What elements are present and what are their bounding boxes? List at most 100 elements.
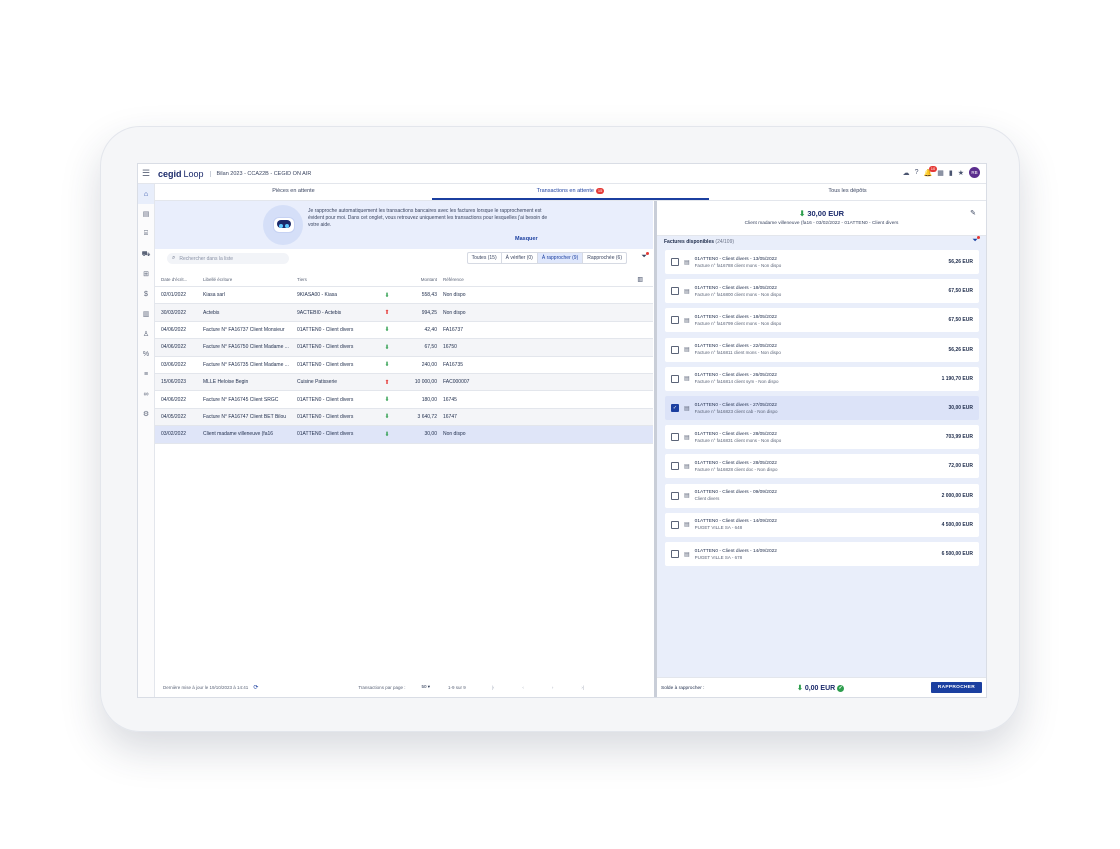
- last-page-icon[interactable]: ›|: [581, 685, 584, 690]
- invoice-text: 01ATTEN0 - Client divers - 26/05/2022 Fac…: [695, 373, 942, 384]
- cell-montant: 67,50: [424, 344, 437, 351]
- invoice-amount: 67,50 EUR: [948, 317, 973, 324]
- invoice-checkbox[interactable]: [671, 462, 679, 471]
- user-icon[interactable]: ♙: [138, 324, 154, 344]
- transaction-amount: ⬇ 30,00 EUR: [657, 209, 986, 218]
- book-icon[interactable]: ▮: [949, 169, 953, 177]
- table-footer: Dernière mise à jour le 19/10/2023 à 14:…: [155, 677, 653, 697]
- truck-icon[interactable]: ⛟: [138, 244, 154, 264]
- filter-toutes[interactable]: Toutes (15): [468, 253, 502, 263]
- brand-logo[interactable]: cegid Loop: [158, 169, 204, 179]
- tab-tous-les-depots[interactable]: Tous les dépôts: [709, 184, 986, 200]
- document-icon: ▤: [684, 522, 690, 529]
- home-icon[interactable]: ⌂: [138, 184, 154, 204]
- invoice-checkbox[interactable]: [671, 287, 679, 296]
- invoice-checkbox[interactable]: [671, 520, 679, 529]
- col-tiers[interactable]: Tiers: [291, 277, 377, 282]
- balance-value: 0,00 EUR: [804, 685, 836, 692]
- hide-banner-button[interactable]: Masquer: [515, 236, 538, 242]
- table-row[interactable]: 30/03/2022 Actebis 9ACTEBI0 - Actebis ⬆ 994,…: [155, 304, 653, 322]
- invoice-title: 01ATTEN0 - Client divers - 28/05/2022: [694, 460, 777, 466]
- apps-grid-icon[interactable]: ▦: [937, 169, 944, 177]
- first-page-icon[interactable]: |‹: [492, 685, 495, 690]
- refresh-icon[interactable]: ⟳: [253, 684, 258, 691]
- menu-icon[interactable]: ☰: [138, 168, 154, 179]
- invoice-card[interactable]: ▤ 01ATTEN0 - Client divers - 22/05/2022 Fa…: [665, 337, 979, 362]
- invoice-checkbox[interactable]: [671, 491, 679, 500]
- cloud-icon[interactable]: ☁: [903, 169, 910, 177]
- invoice-text: 01ATTEN0 - Client divers - 14/09/2022 PUG…: [695, 549, 942, 560]
- next-page-icon[interactable]: ›: [552, 685, 554, 690]
- help-icon[interactable]: ?: [915, 169, 919, 176]
- invoice-checkbox[interactable]: [671, 345, 679, 354]
- invoice-card[interactable]: ▤ 01ATTEN0 - Client divers - 14/09/2022 PU…: [665, 542, 979, 566]
- search-input[interactable]: ⌕ Rechercher dans la liste: [167, 253, 289, 264]
- invoices-filter-icon[interactable]: ⏷: [972, 236, 980, 245]
- table-row[interactable]: 02/01/2022 Kiasa sarl 9KIASA00 - Kiasa ⬇ 558…: [155, 287, 653, 305]
- balance-amount: ⬇ 0,00 EUR ✓: [797, 684, 845, 692]
- transaction-subtitle: Client madame villeneuve (fa16 - 03/02/2…: [744, 221, 899, 226]
- col-reference[interactable]: Référence: [437, 277, 503, 282]
- bell-icon[interactable]: 🔔 10: [924, 165, 938, 177]
- cell-tiers: 01ATTEN0 - Client divers: [297, 431, 354, 438]
- table-row[interactable]: 03/06/2022 Facture N° FA16735 Client Mada…: [155, 357, 653, 374]
- invoice-checkbox[interactable]: [671, 433, 679, 442]
- table-row[interactable]: 15/06/2023 MLLE Heloise Begin Cuisine Pati…: [155, 373, 653, 392]
- invoice-card[interactable]: ▤ 01ATTEN0 - Client divers - 18/05/2022 Fa…: [665, 308, 979, 333]
- tab-pieces-en-attente[interactable]: Pièces en attente: [155, 184, 432, 200]
- col-date[interactable]: Date d'écrit...: [155, 277, 197, 282]
- edit-icon[interactable]: ✎: [970, 209, 976, 217]
- cell-date: 15/06/2023: [161, 379, 187, 386]
- invoice-card[interactable]: ▤ 01ATTEN0 - Client divers - 28/05/2022 Fa…: [665, 425, 979, 450]
- per-page-select[interactable]: 50 ▾: [421, 684, 430, 690]
- building-icon[interactable]: ▥: [138, 304, 154, 324]
- filter-rapprochee[interactable]: Rapprochée (6): [583, 253, 626, 263]
- invoice-desc: PUGET VILLE SA - 648: [694, 525, 743, 531]
- filter-a-rapprocher[interactable]: À rapprocher (9): [537, 253, 584, 263]
- table-icon[interactable]: ⊞: [138, 264, 154, 284]
- invoice-card[interactable]: ▤ 01ATTEN0 - Client divers - 09/09/2022 Cl…: [665, 483, 979, 508]
- table-row[interactable]: 04/05/2022 Facture N° FA16747 Client BET …: [155, 408, 653, 427]
- bank-icon[interactable]: ⌸: [138, 224, 154, 244]
- table-row[interactable]: 04/06/2022 Facture N° FA16745 Client SRGC…: [155, 391, 653, 409]
- link-icon[interactable]: ∞: [138, 384, 154, 404]
- invoice-checkbox[interactable]: [671, 316, 679, 325]
- money-icon[interactable]: $: [138, 284, 154, 304]
- invoice-card[interactable]: ▤ 01ATTEN0 - Client divers - 28/05/2022 Fa…: [665, 454, 979, 479]
- tab-label: Transactions en attente: [536, 188, 594, 194]
- percent-icon[interactable]: %: [138, 344, 154, 364]
- balance-footer: Solde à rapprocher : ⬇ 0,00 EUR ✓ RAPPRO…: [657, 677, 986, 697]
- invoice-checkbox[interactable]: [671, 374, 679, 383]
- filter-icon[interactable]: ⏷: [641, 252, 649, 261]
- document-icon[interactable]: ▤: [138, 204, 154, 224]
- list-icon[interactable]: ≡: [138, 364, 154, 384]
- col-libelle[interactable]: Libellé écriture: [197, 277, 291, 282]
- columns-icon[interactable]: ▥: [637, 276, 643, 283]
- arrow-down-icon: ⬇: [798, 209, 806, 218]
- invoice-card[interactable]: ▤ 01ATTEN0 - Client divers - 18/05/2022 Fa…: [665, 279, 979, 304]
- rapprocher-button[interactable]: RAPPROCHER: [930, 682, 982, 693]
- invoice-card[interactable]: ✓ ▤ 01ATTEN0 - Client divers - 27/05/2022 F…: [665, 396, 979, 420]
- invoice-checkbox[interactable]: [671, 550, 679, 558]
- tab-transactions-en-attente[interactable]: Transactions en attente 15: [432, 184, 709, 200]
- cell-tiers: 9KIASA00 - Kiasa: [297, 292, 338, 299]
- arrow-up-icon: ⬆: [384, 379, 390, 386]
- invoice-card[interactable]: ▤ 01ATTEN0 - Client divers - 26/05/2022 Fa…: [665, 366, 979, 391]
- invoice-checkbox[interactable]: ✓: [671, 404, 679, 412]
- star-icon[interactable]: ★: [958, 169, 964, 177]
- transaction-summary: ⬇ 30,00 EUR Client madame villeneuve (fa…: [657, 201, 986, 236]
- invoice-card[interactable]: ▤ 01ATTEN0 - Client divers - 13/05/2022 Fa…: [665, 250, 979, 274]
- table-row[interactable]: 04/06/2022 Facture N° FA16750 Client Mada…: [155, 339, 653, 357]
- arrow-down-icon: ⬇: [384, 344, 390, 351]
- col-montant[interactable]: Montant: [397, 277, 437, 282]
- invoice-card[interactable]: ▤ 01ATTEN0 - Client divers - 14/09/2022 PU…: [665, 512, 979, 537]
- context-label[interactable]: Bilan 2023 - CCA22B - CEGID ON AIR: [209, 170, 311, 177]
- table-row[interactable]: 04/06/2022 Facture N° FA16737 Client Mons…: [155, 322, 653, 340]
- invoice-checkbox[interactable]: [671, 258, 679, 266]
- filter-a-verifier[interactable]: À vérifier (0): [502, 253, 538, 263]
- cell-montant: 42,40: [424, 326, 437, 333]
- prev-page-icon[interactable]: ‹: [522, 685, 524, 690]
- table-row[interactable]: 03/02/2022 Client madame villeneuve (fa16…: [155, 426, 653, 444]
- avatar[interactable]: RB: [969, 167, 980, 178]
- settings-icon[interactable]: ⚙: [138, 404, 154, 424]
